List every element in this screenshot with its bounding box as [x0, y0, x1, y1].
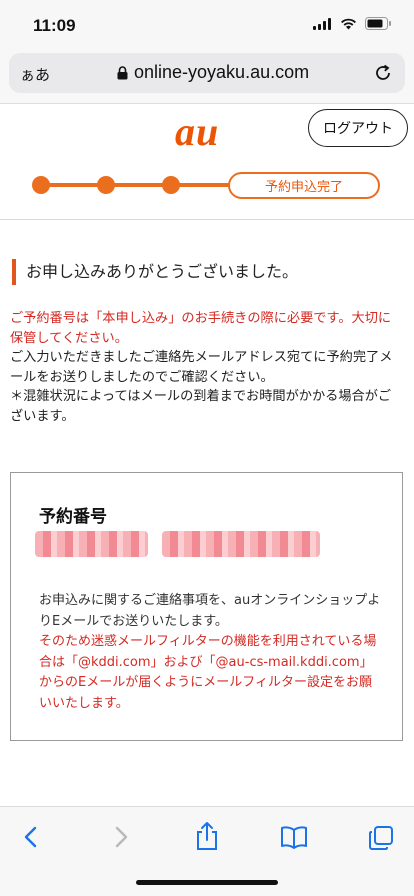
address-bar[interactable]: ぁあ online-yoyaku.au.com — [9, 53, 405, 93]
status-icons — [313, 17, 392, 30]
share-icon[interactable] — [195, 821, 219, 851]
notice-note: ＊混雑状況によってはメールの到着までお時間がかかる場合がございます。 — [10, 389, 392, 424]
text-size-button[interactable]: ぁあ — [20, 64, 50, 85]
progress-steps: 予約申込完了 — [0, 165, 414, 205]
reservation-box: 予約番号 お申込みに関するご連絡事項を、auオンラインショップよりEメールでお送… — [10, 472, 403, 741]
reservation-number-redacted-2 — [162, 531, 320, 557]
status-bar: 11:09 — [0, 0, 414, 50]
signal-icon — [313, 17, 331, 30]
status-time: 11:09 — [33, 16, 76, 35]
home-indicator — [136, 880, 278, 885]
reservation-info: お申込みに関するご連絡事項を、auオンラインショップよりEメールでお送りいたしま… — [39, 591, 384, 714]
reservation-number-label: 予約番号 — [39, 507, 107, 527]
back-icon[interactable] — [22, 825, 42, 849]
reservation-number-redacted-1 — [35, 531, 148, 557]
url-text: online-yoyaku.au.com — [134, 62, 310, 82]
step-dot-3 — [162, 176, 180, 194]
forward-icon[interactable] — [111, 825, 131, 849]
notice-text: ご予約番号は「本申し込み」のお手続きの際に必要です。大切に保管してください。 ご… — [10, 309, 404, 426]
bookmarks-icon[interactable] — [280, 825, 308, 849]
reload-icon[interactable] — [373, 63, 393, 83]
header-divider — [0, 219, 414, 220]
logout-button[interactable]: ログアウト — [308, 109, 408, 147]
progress-line — [41, 183, 231, 187]
reservation-info-text: お申込みに関するご連絡事項を、auオンラインショップよりEメールでお送りいたしま… — [39, 593, 381, 629]
step-dot-2 — [97, 176, 115, 194]
wifi-icon — [341, 18, 356, 29]
tabs-icon[interactable] — [368, 825, 394, 851]
page-title: お申し込みありがとうございました。 — [12, 259, 298, 285]
battery-icon — [365, 17, 391, 30]
lock-icon — [117, 65, 128, 79]
au-logo[interactable]: au — [175, 108, 219, 155]
browser-address-area: ぁあ online-yoyaku.au.com — [0, 50, 414, 104]
step-dot-1 — [32, 176, 50, 194]
notice-red: ご予約番号は「本申し込み」のお手続きの際に必要です。大切に保管してください。 — [10, 311, 392, 346]
reservation-warning-text: そのため迷惑メールフィルターの機能を利用されている場合は「@kddi.com」お… — [39, 634, 377, 711]
step-current: 予約申込完了 — [228, 172, 380, 199]
notice-body: ご入力いただきましたご連絡先メールアドレス宛てに予約完了メールをお送りしましたの… — [10, 350, 393, 385]
url-display[interactable]: online-yoyaku.au.com — [117, 62, 309, 83]
